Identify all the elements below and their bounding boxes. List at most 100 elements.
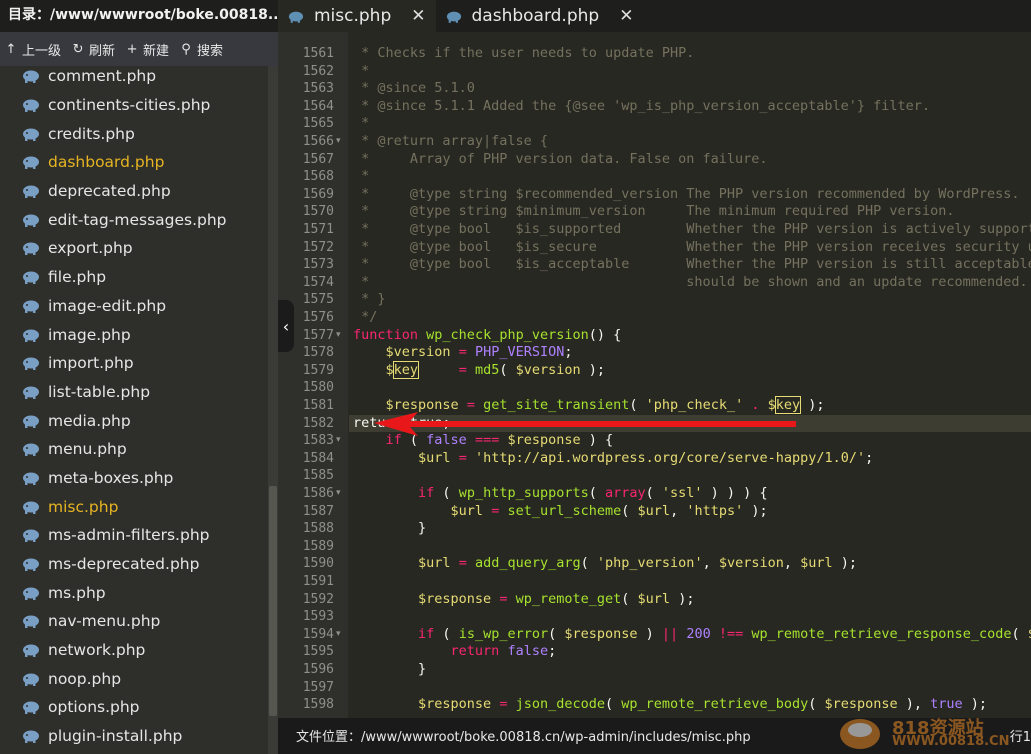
file-list: comment.php continents-cities.php credits.…: [0, 62, 268, 754]
code-line[interactable]: *: [353, 63, 369, 81]
php-file-icon: [22, 242, 40, 256]
code-line[interactable]: * @since 5.1.0: [353, 80, 475, 98]
file-name: ms-admin-filters.php: [48, 526, 210, 545]
code-line[interactable]: $url = 'http://api.wordpress.org/core/se…: [353, 450, 873, 468]
file-name: edit-tag-messages.php: [48, 210, 227, 229]
file-item[interactable]: list-table.php: [0, 378, 268, 407]
code-line[interactable]: }: [353, 661, 426, 679]
code-line[interactable]: $response = wp_remote_get( $url );: [353, 591, 694, 609]
code-line[interactable]: *: [353, 168, 369, 186]
file-item[interactable]: file.php: [0, 263, 268, 292]
search-button[interactable]: ⚲ 搜索: [175, 32, 229, 66]
code-line[interactable]: * @since 5.1.1 Added the {@see 'wp_is_ph…: [353, 98, 930, 116]
file-item[interactable]: ms.php: [0, 578, 268, 607]
file-name: comment.php: [48, 67, 157, 86]
line-number: 1565: [302, 116, 334, 132]
file-item[interactable]: image-edit.php: [0, 292, 268, 321]
code-editor[interactable]: 1561 1562 1563 1564 1565 1566 ▾ 1567 1568 1569 157…: [278, 32, 1031, 718]
code-line[interactable]: if ( wp_http_supports( array( 'ssl' ) ) …: [353, 485, 768, 503]
tab-dashboard[interactable]: dashboard.php ✕: [436, 0, 644, 32]
code-line[interactable]: if ( is_wp_error( $response ) || 200 !==…: [353, 626, 1031, 644]
fold-toggle-icon[interactable]: ▾: [336, 136, 341, 146]
line-number: 1567: [302, 151, 334, 167]
close-icon[interactable]: ✕: [619, 6, 633, 26]
file-item[interactable]: import.php: [0, 349, 268, 378]
plus-button[interactable]: + 新建: [121, 32, 175, 66]
code-line[interactable]: * @type bool $is_acceptable Whether the …: [353, 256, 1031, 274]
code-line[interactable]: * }: [353, 291, 385, 309]
file-item[interactable]: deprecated.php: [0, 177, 268, 206]
sidebar-scrollbar-thumb[interactable]: [269, 486, 277, 716]
line-number: 1590: [302, 556, 334, 572]
code-line[interactable]: $url = set_url_scheme( $url, 'https' );: [353, 503, 768, 521]
file-item[interactable]: ms-admin-filters.php: [0, 521, 268, 550]
file-name: misc.php: [48, 497, 119, 516]
file-item[interactable]: export.php: [0, 234, 268, 263]
php-file-icon: [22, 472, 40, 485]
file-item[interactable]: network.php: [0, 636, 268, 665]
collapse-sidebar-button[interactable]: ‹: [278, 300, 294, 352]
file-item[interactable]: ms-deprecated.php: [0, 550, 268, 579]
line-number: 1597: [302, 679, 334, 695]
fold-toggle-icon[interactable]: ▾: [336, 629, 341, 639]
code-line[interactable]: * @type string $minimum_version The mini…: [353, 203, 954, 221]
line-number: 1564: [302, 98, 334, 114]
file-item[interactable]: comment.php: [0, 62, 268, 91]
code-line[interactable]: function wp_check_php_version() {: [353, 327, 621, 345]
php-file-icon: [22, 701, 40, 715]
sidebar-scrollbar[interactable]: [268, 66, 278, 754]
code-line[interactable]: * @type bool $is_secure Whether the PHP …: [353, 239, 1031, 257]
code-area[interactable]: * Checks if the user needs to update PHP…: [349, 32, 1031, 718]
php-file-icon: [22, 558, 40, 572]
tab-misc[interactable]: misc.php ✕: [278, 0, 436, 32]
file-item[interactable]: noop.php: [0, 664, 268, 693]
file-sidebar: 目录：/www/wwwroot/boke.00818.... ↑ 上一级 ↻ 刷新 + 新…: [0, 0, 278, 754]
fold-toggle-icon[interactable]: ▾: [336, 435, 341, 445]
file-item[interactable]: misc.php: [0, 492, 268, 521]
code-line[interactable]: $url = add_query_arg( 'php_version', $ve…: [353, 555, 857, 573]
file-item[interactable]: media.php: [0, 406, 268, 435]
code-line[interactable]: * @type string $recommended_version The …: [353, 186, 1019, 204]
chevron-left-icon: ‹: [282, 316, 290, 336]
file-name: file.php: [48, 268, 107, 287]
directory-path: 目录：/www/wwwroot/boke.00818....: [0, 0, 278, 32]
code-line[interactable]: $version = PHP_VERSION;: [353, 344, 573, 362]
code-line[interactable]: */: [353, 309, 377, 327]
file-item[interactable]: nav-menu.php: [0, 607, 268, 636]
code-line[interactable]: * should be shown and an update recommen…: [353, 274, 1027, 292]
close-icon[interactable]: ✕: [411, 6, 425, 26]
file-item[interactable]: meta-boxes.php: [0, 464, 268, 493]
file-name: import.php: [48, 354, 134, 373]
arrow-up-button[interactable]: ↑ 上一级: [0, 32, 67, 66]
line-number: 1571: [302, 222, 334, 237]
php-file-icon: [22, 529, 40, 543]
file-item[interactable]: plugin-install.php: [0, 722, 268, 751]
code-line[interactable]: * @type bool $is_supported Whether the P…: [353, 221, 1031, 239]
file-item[interactable]: credits.php: [0, 119, 268, 148]
fold-toggle-icon[interactable]: ▾: [336, 488, 341, 498]
code-line[interactable]: *: [353, 115, 369, 133]
file-item[interactable]: menu.php: [0, 435, 268, 464]
toolbar-label: 刷新: [89, 43, 116, 59]
file-item[interactable]: dashboard.php: [0, 148, 268, 177]
line-number: 1561: [302, 46, 334, 61]
file-item[interactable]: options.php: [0, 693, 268, 722]
php-file-icon: [22, 673, 40, 686]
php-file-icon: [22, 214, 40, 227]
php-file-icon: [22, 70, 40, 84]
fold-toggle-icon[interactable]: ▾: [336, 330, 341, 340]
refresh-button[interactable]: ↻ 刷新: [67, 32, 121, 66]
code-line[interactable]: }: [353, 520, 426, 538]
php-file-icon: [22, 644, 40, 658]
code-line[interactable]: * Array of PHP version data. False on fa…: [353, 151, 767, 169]
file-item[interactable]: continents-cities.php: [0, 91, 268, 120]
php-file-icon: [22, 271, 40, 285]
code-line[interactable]: $key = md5( $version );: [353, 360, 605, 380]
code-line[interactable]: * Checks if the user needs to update PHP…: [353, 45, 694, 63]
code-line[interactable]: * @return array|false {: [353, 133, 548, 151]
file-item[interactable]: image.php: [0, 320, 268, 349]
line-number: 1579: [302, 362, 334, 378]
line-number: 1570: [302, 204, 334, 220]
file-item[interactable]: edit-tag-messages.php: [0, 205, 268, 234]
code-line[interactable]: return false;: [353, 643, 557, 661]
